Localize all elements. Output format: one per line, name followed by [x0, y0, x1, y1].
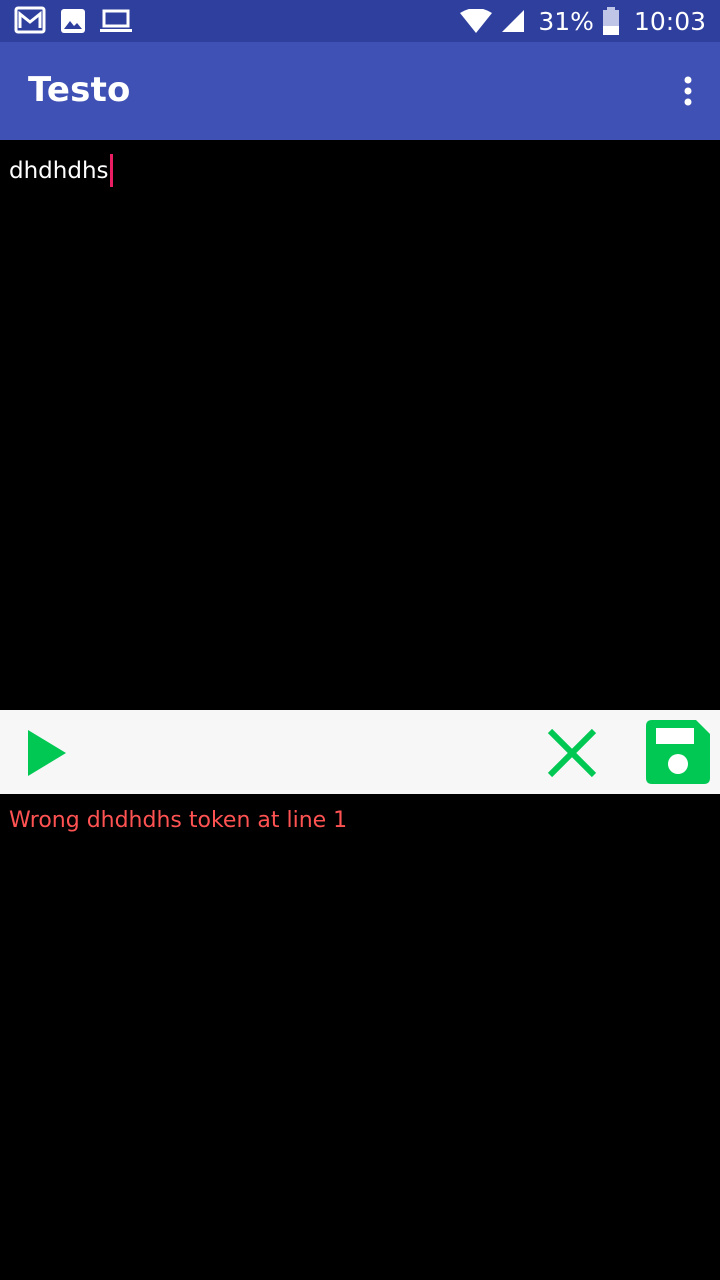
- wifi-icon: [460, 9, 493, 33]
- text-cursor: [109, 154, 113, 187]
- signal-icon: [502, 10, 525, 32]
- error-message: Wrong dhdhdhs token at line 1: [9, 808, 348, 833]
- editor-text: dhdhdhs: [9, 157, 109, 184]
- action-toolbar: [0, 710, 720, 794]
- close-icon[interactable]: [546, 727, 598, 779]
- battery-percent: 31%: [538, 6, 594, 36]
- code-editor[interactable]: dhdhdhs: [0, 140, 720, 710]
- image-icon: [61, 9, 85, 33]
- gmail-icon: [14, 6, 46, 34]
- battery-icon: [602, 7, 619, 35]
- status-bar: 31% 10:03: [0, 0, 720, 42]
- app-title: Testo: [28, 70, 131, 110]
- more-vert-icon[interactable]: [682, 76, 694, 106]
- editor-content[interactable]: dhdhdhs: [9, 154, 113, 187]
- save-icon[interactable]: [646, 720, 710, 784]
- play-icon[interactable]: [26, 728, 68, 778]
- laptop-icon: [100, 9, 132, 32]
- app-bar: Testo: [0, 42, 720, 140]
- clock: 10:03: [633, 6, 706, 36]
- status-right: 31% 10:03: [460, 0, 706, 42]
- output-console: Wrong dhdhdhs token at line 1: [0, 794, 720, 1280]
